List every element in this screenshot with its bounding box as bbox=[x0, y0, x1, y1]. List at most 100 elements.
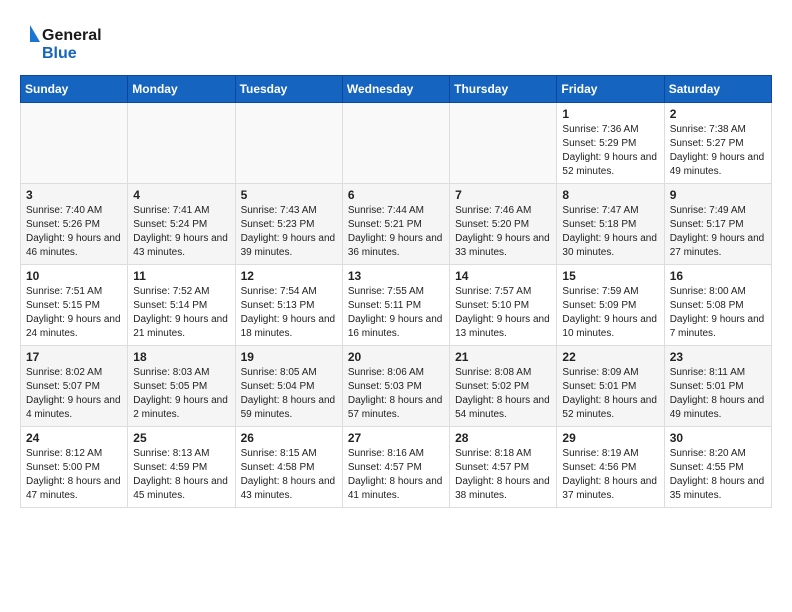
day-info: Sunrise: 7:36 AM Sunset: 5:29 PM Dayligh… bbox=[562, 123, 658, 179]
day-number: 29 bbox=[562, 431, 658, 445]
calendar-header-row: SundayMondayTuesdayWednesdayThursdayFrid… bbox=[21, 76, 772, 103]
day-info: Sunrise: 8:08 AM Sunset: 5:02 PM Dayligh… bbox=[455, 366, 551, 422]
logo: GeneralBlue bbox=[20, 20, 120, 65]
day-info: Sunrise: 8:13 AM Sunset: 4:59 PM Dayligh… bbox=[133, 447, 229, 503]
day-info: Sunrise: 7:40 AM Sunset: 5:26 PM Dayligh… bbox=[26, 204, 122, 260]
calendar-cell: 6 Sunrise: 7:44 AM Sunset: 5:21 PM Daylig… bbox=[342, 184, 449, 265]
calendar-body: 1Sunrise: 7:36 AM Sunset: 5:29 PM Daylig… bbox=[21, 103, 772, 508]
calendar-cell: 17Sunrise: 8:02 AM Sunset: 5:07 PM Dayli… bbox=[21, 346, 128, 427]
day-number: 27 bbox=[348, 431, 444, 445]
calendar-week-5: 24 Sunrise: 8:12 AM Sunset: 5:00 PM Dayli… bbox=[21, 427, 772, 508]
weekday-header-tuesday: Tuesday bbox=[235, 76, 342, 103]
calendar-cell bbox=[450, 103, 557, 184]
day-number: 23 bbox=[670, 350, 766, 364]
day-info: Sunrise: 7:52 AM Sunset: 5:14 PM Dayligh… bbox=[133, 285, 229, 341]
calendar-cell: 4 Sunrise: 7:41 AM Sunset: 5:24 PM Daylig… bbox=[128, 184, 235, 265]
calendar-cell: 8Sunrise: 7:47 AM Sunset: 5:18 PM Daylig… bbox=[557, 184, 664, 265]
calendar-cell: 22 Sunrise: 8:09 AM Sunset: 5:01 PM Dayli… bbox=[557, 346, 664, 427]
day-info: Sunrise: 8:06 AM Sunset: 5:03 PM Dayligh… bbox=[348, 366, 444, 422]
day-info: Sunrise: 8:09 AM Sunset: 5:01 PM Dayligh… bbox=[562, 366, 658, 422]
day-info: Sunrise: 7:38 AM Sunset: 5:27 PM Dayligh… bbox=[670, 123, 766, 179]
calendar-cell: 29 Sunrise: 8:19 AM Sunset: 4:56 PM Dayli… bbox=[557, 427, 664, 508]
day-number: 4 bbox=[133, 188, 229, 202]
calendar-cell bbox=[342, 103, 449, 184]
calendar-cell: 12Sunrise: 7:54 AM Sunset: 5:13 PM Dayli… bbox=[235, 265, 342, 346]
calendar: SundayMondayTuesdayWednesdayThursdayFrid… bbox=[20, 75, 772, 508]
weekday-header-saturday: Saturday bbox=[664, 76, 771, 103]
day-number: 21 bbox=[455, 350, 551, 364]
day-number: 7 bbox=[455, 188, 551, 202]
calendar-week-3: 10Sunrise: 7:51 AM Sunset: 5:15 PM Dayli… bbox=[21, 265, 772, 346]
day-number: 15 bbox=[562, 269, 658, 283]
day-number: 13 bbox=[348, 269, 444, 283]
header: GeneralBlue bbox=[20, 20, 772, 65]
day-number: 11 bbox=[133, 269, 229, 283]
day-info: Sunrise: 7:44 AM Sunset: 5:21 PM Dayligh… bbox=[348, 204, 444, 260]
day-info: Sunrise: 7:59 AM Sunset: 5:09 PM Dayligh… bbox=[562, 285, 658, 341]
day-info: Sunrise: 7:41 AM Sunset: 5:24 PM Dayligh… bbox=[133, 204, 229, 260]
calendar-cell: 7 Sunrise: 7:46 AM Sunset: 5:20 PM Daylig… bbox=[450, 184, 557, 265]
day-number: 22 bbox=[562, 350, 658, 364]
day-info: Sunrise: 7:49 AM Sunset: 5:17 PM Dayligh… bbox=[670, 204, 766, 260]
weekday-header-thursday: Thursday bbox=[450, 76, 557, 103]
calendar-cell: 3 Sunrise: 7:40 AM Sunset: 5:26 PM Daylig… bbox=[21, 184, 128, 265]
weekday-header-wednesday: Wednesday bbox=[342, 76, 449, 103]
day-info: Sunrise: 8:20 AM Sunset: 4:55 PM Dayligh… bbox=[670, 447, 766, 503]
calendar-cell: 13 Sunrise: 7:55 AM Sunset: 5:11 PM Dayli… bbox=[342, 265, 449, 346]
day-number: 25 bbox=[133, 431, 229, 445]
calendar-week-4: 17Sunrise: 8:02 AM Sunset: 5:07 PM Dayli… bbox=[21, 346, 772, 427]
calendar-cell: 28Sunrise: 8:18 AM Sunset: 4:57 PM Dayli… bbox=[450, 427, 557, 508]
day-info: Sunrise: 8:03 AM Sunset: 5:05 PM Dayligh… bbox=[133, 366, 229, 422]
day-info: Sunrise: 7:55 AM Sunset: 5:11 PM Dayligh… bbox=[348, 285, 444, 341]
calendar-cell: 16 Sunrise: 8:00 AM Sunset: 5:08 PM Dayli… bbox=[664, 265, 771, 346]
day-info: Sunrise: 8:00 AM Sunset: 5:08 PM Dayligh… bbox=[670, 285, 766, 341]
day-number: 16 bbox=[670, 269, 766, 283]
calendar-cell: 11 Sunrise: 7:52 AM Sunset: 5:14 PM Dayli… bbox=[128, 265, 235, 346]
calendar-cell: 1Sunrise: 7:36 AM Sunset: 5:29 PM Daylig… bbox=[557, 103, 664, 184]
day-info: Sunrise: 8:16 AM Sunset: 4:57 PM Dayligh… bbox=[348, 447, 444, 503]
weekday-header-friday: Friday bbox=[557, 76, 664, 103]
day-number: 30 bbox=[670, 431, 766, 445]
calendar-cell bbox=[235, 103, 342, 184]
day-info: Sunrise: 8:02 AM Sunset: 5:07 PM Dayligh… bbox=[26, 366, 122, 422]
svg-text:General: General bbox=[42, 27, 102, 44]
calendar-cell: 5 Sunrise: 7:43 AM Sunset: 5:23 PM Daylig… bbox=[235, 184, 342, 265]
calendar-cell: 2 Sunrise: 7:38 AM Sunset: 5:27 PM Daylig… bbox=[664, 103, 771, 184]
day-number: 8 bbox=[562, 188, 658, 202]
calendar-cell: 19Sunrise: 8:05 AM Sunset: 5:04 PM Dayli… bbox=[235, 346, 342, 427]
calendar-cell: 27 Sunrise: 8:16 AM Sunset: 4:57 PM Dayli… bbox=[342, 427, 449, 508]
day-info: Sunrise: 8:15 AM Sunset: 4:58 PM Dayligh… bbox=[241, 447, 337, 503]
day-number: 24 bbox=[26, 431, 122, 445]
day-info: Sunrise: 7:46 AM Sunset: 5:20 PM Dayligh… bbox=[455, 204, 551, 260]
day-info: Sunrise: 7:57 AM Sunset: 5:10 PM Dayligh… bbox=[455, 285, 551, 341]
calendar-cell bbox=[128, 103, 235, 184]
day-number: 2 bbox=[670, 107, 766, 121]
day-number: 3 bbox=[26, 188, 122, 202]
day-info: Sunrise: 7:51 AM Sunset: 5:15 PM Dayligh… bbox=[26, 285, 122, 341]
day-number: 18 bbox=[133, 350, 229, 364]
calendar-cell: 20Sunrise: 8:06 AM Sunset: 5:03 PM Dayli… bbox=[342, 346, 449, 427]
calendar-cell: 10Sunrise: 7:51 AM Sunset: 5:15 PM Dayli… bbox=[21, 265, 128, 346]
calendar-cell: 14 Sunrise: 7:57 AM Sunset: 5:10 PM Dayli… bbox=[450, 265, 557, 346]
logo-svg: GeneralBlue bbox=[20, 20, 120, 65]
calendar-week-2: 3 Sunrise: 7:40 AM Sunset: 5:26 PM Daylig… bbox=[21, 184, 772, 265]
calendar-cell: 23 Sunrise: 8:11 AM Sunset: 5:01 PM Dayli… bbox=[664, 346, 771, 427]
calendar-cell: 24 Sunrise: 8:12 AM Sunset: 5:00 PM Dayli… bbox=[21, 427, 128, 508]
calendar-cell bbox=[21, 103, 128, 184]
day-info: Sunrise: 8:19 AM Sunset: 4:56 PM Dayligh… bbox=[562, 447, 658, 503]
day-number: 6 bbox=[348, 188, 444, 202]
day-info: Sunrise: 8:11 AM Sunset: 5:01 PM Dayligh… bbox=[670, 366, 766, 422]
calendar-cell: 15 Sunrise: 7:59 AM Sunset: 5:09 PM Dayli… bbox=[557, 265, 664, 346]
day-info: Sunrise: 8:12 AM Sunset: 5:00 PM Dayligh… bbox=[26, 447, 122, 503]
day-info: Sunrise: 8:05 AM Sunset: 5:04 PM Dayligh… bbox=[241, 366, 337, 422]
day-number: 12 bbox=[241, 269, 337, 283]
day-number: 14 bbox=[455, 269, 551, 283]
day-info: Sunrise: 7:43 AM Sunset: 5:23 PM Dayligh… bbox=[241, 204, 337, 260]
day-number: 26 bbox=[241, 431, 337, 445]
calendar-week-1: 1Sunrise: 7:36 AM Sunset: 5:29 PM Daylig… bbox=[21, 103, 772, 184]
calendar-cell: 9 Sunrise: 7:49 AM Sunset: 5:17 PM Daylig… bbox=[664, 184, 771, 265]
day-number: 5 bbox=[241, 188, 337, 202]
day-number: 9 bbox=[670, 188, 766, 202]
calendar-cell: 26 Sunrise: 8:15 AM Sunset: 4:58 PM Dayli… bbox=[235, 427, 342, 508]
weekday-header-monday: Monday bbox=[128, 76, 235, 103]
